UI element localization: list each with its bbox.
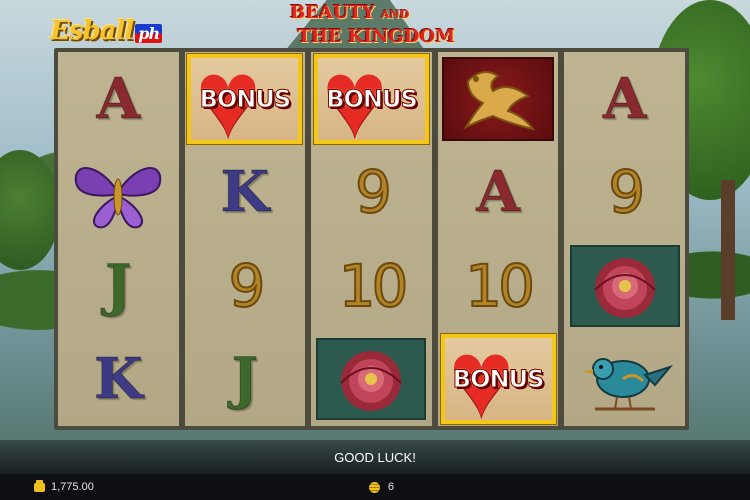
symbol-10: 10 <box>338 251 410 321</box>
reel-5: A 9 <box>564 52 685 426</box>
phoenix-icon <box>442 56 555 141</box>
symbol-9: 9 <box>354 157 393 227</box>
symbol-k: K <box>220 159 270 226</box>
reel-2: ♥ BONUS K 9 J <box>184 52 306 426</box>
bonus-symbol: ♥ BONUS <box>313 53 429 144</box>
symbol-10: 10 <box>464 251 536 321</box>
butterfly-icon <box>61 148 176 236</box>
bonus-symbol: ♥ BONUS <box>440 334 556 425</box>
status-message: GOOD LUCK! <box>334 449 416 465</box>
tree-trunk <box>721 180 735 320</box>
bonus-tile: ♥ BONUS <box>440 334 556 425</box>
game-title: BEAUTY AND THE KINGDOM <box>290 2 455 47</box>
symbol-j: J <box>105 252 132 319</box>
peony-icon <box>569 244 680 327</box>
symbol-9: 9 <box>607 157 646 227</box>
symbol-9: 9 <box>227 251 266 321</box>
balance-value: 1,775.00 <box>51 481 94 493</box>
bonus-symbol: ♥ BONUS <box>187 53 303 144</box>
bird-icon <box>567 335 682 423</box>
message-bar: GOOD LUCK! <box>0 440 750 474</box>
peony-symbol <box>567 242 682 330</box>
symbol-j: J <box>231 346 259 413</box>
wallet-icon <box>34 479 45 492</box>
symbol-a: A <box>96 65 141 132</box>
symbol-k: K <box>93 346 143 413</box>
peony-symbol <box>314 335 429 423</box>
bonus-tile: ♥ BONUS <box>187 53 303 144</box>
bet-value: 6 <box>387 481 394 493</box>
left-foliage <box>0 150 60 270</box>
symbol-a: A <box>476 159 520 226</box>
reel-3: ♥ BONUS 9 10 <box>311 52 432 426</box>
peony-icon <box>316 338 427 421</box>
reel-grid: A J K ♥ BONUS K 9 J ♥ BONUS 9 10 A 10 ♥ … <box>54 48 689 430</box>
phoenix-symbol <box>441 55 556 143</box>
coins-icon <box>368 481 380 493</box>
bonus-tile: ♥ BONUS <box>313 53 429 144</box>
reel-4: A 10 ♥ BONUS <box>437 52 559 426</box>
balance-display: 1,775.00 <box>34 479 94 493</box>
status-bar: 1,775.00 6 <box>0 474 750 500</box>
symbol-a: A <box>602 65 647 132</box>
bet-display[interactable]: 6 <box>368 481 394 493</box>
reel-1: A J K <box>58 52 179 426</box>
casino-logo: Esball ph <box>50 16 163 46</box>
